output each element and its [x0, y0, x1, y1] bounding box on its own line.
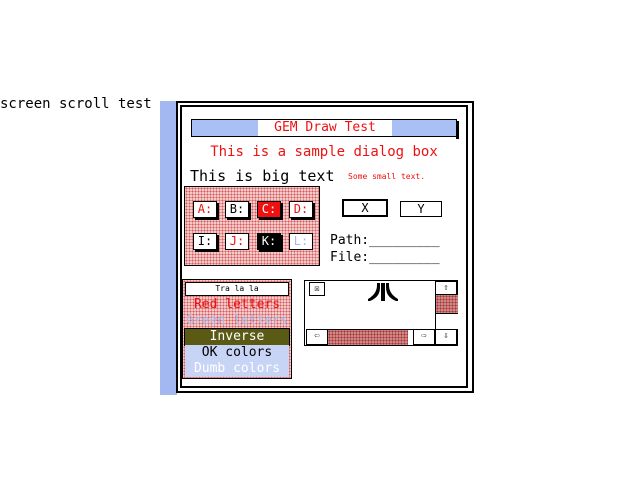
scroll-up-arrow-icon[interactable]: ⇧ [435, 281, 457, 295]
small-text-label: Some small text. [348, 172, 426, 181]
list-item-ok-colors[interactable]: OK colors [185, 345, 289, 361]
list-header: Tra la la [185, 282, 289, 296]
dialog-title: GEM Draw Test [258, 120, 392, 136]
close-box-icon[interactable]: ☒ [309, 282, 325, 296]
drive-button-j[interactable]: J: [225, 233, 249, 250]
scroll-left-arrow-icon[interactable]: ⇦ [306, 329, 328, 345]
list-item-red-letters[interactable]: Red letters [185, 297, 289, 313]
horizontal-scroll-track[interactable] [328, 329, 408, 345]
drive-button-b[interactable]: B: [225, 201, 249, 218]
drive-button-c[interactable]: C: [257, 201, 281, 218]
vertical-scroll-thumb[interactable] [435, 313, 458, 329]
atari-logo-icon [368, 283, 398, 301]
drive-button-a[interactable]: A: [193, 201, 217, 218]
drive-button-l[interactable]: L: [289, 233, 313, 250]
screen-scroll-caption: screen scroll test [0, 96, 152, 112]
scroll-right-arrow-icon[interactable]: ⇨ [413, 329, 435, 345]
scroll-down-arrow-icon[interactable]: ⇩ [435, 329, 457, 345]
big-text-label: This is big text [190, 167, 335, 185]
drive-button-i[interactable]: I: [193, 233, 217, 250]
file-field[interactable]: File:_________ [330, 250, 440, 265]
list-item-dumb-colors[interactable]: Dumb colors [185, 361, 289, 377]
list-item-inverse[interactable]: Inverse [184, 328, 290, 346]
x-button[interactable]: X [342, 199, 388, 217]
dialog-subtitle: This is a sample dialog box [210, 144, 438, 160]
list-item-green-letters[interactable]: Green letters [185, 313, 289, 329]
drive-panel [184, 186, 320, 266]
y-button[interactable]: Y [400, 201, 442, 217]
title-bar-shadow [456, 121, 459, 139]
drive-button-d[interactable]: D: [289, 201, 313, 218]
path-field[interactable]: Path:_________ [330, 233, 440, 248]
drive-button-k[interactable]: K: [257, 233, 281, 250]
scroll-side-bar [160, 101, 177, 395]
